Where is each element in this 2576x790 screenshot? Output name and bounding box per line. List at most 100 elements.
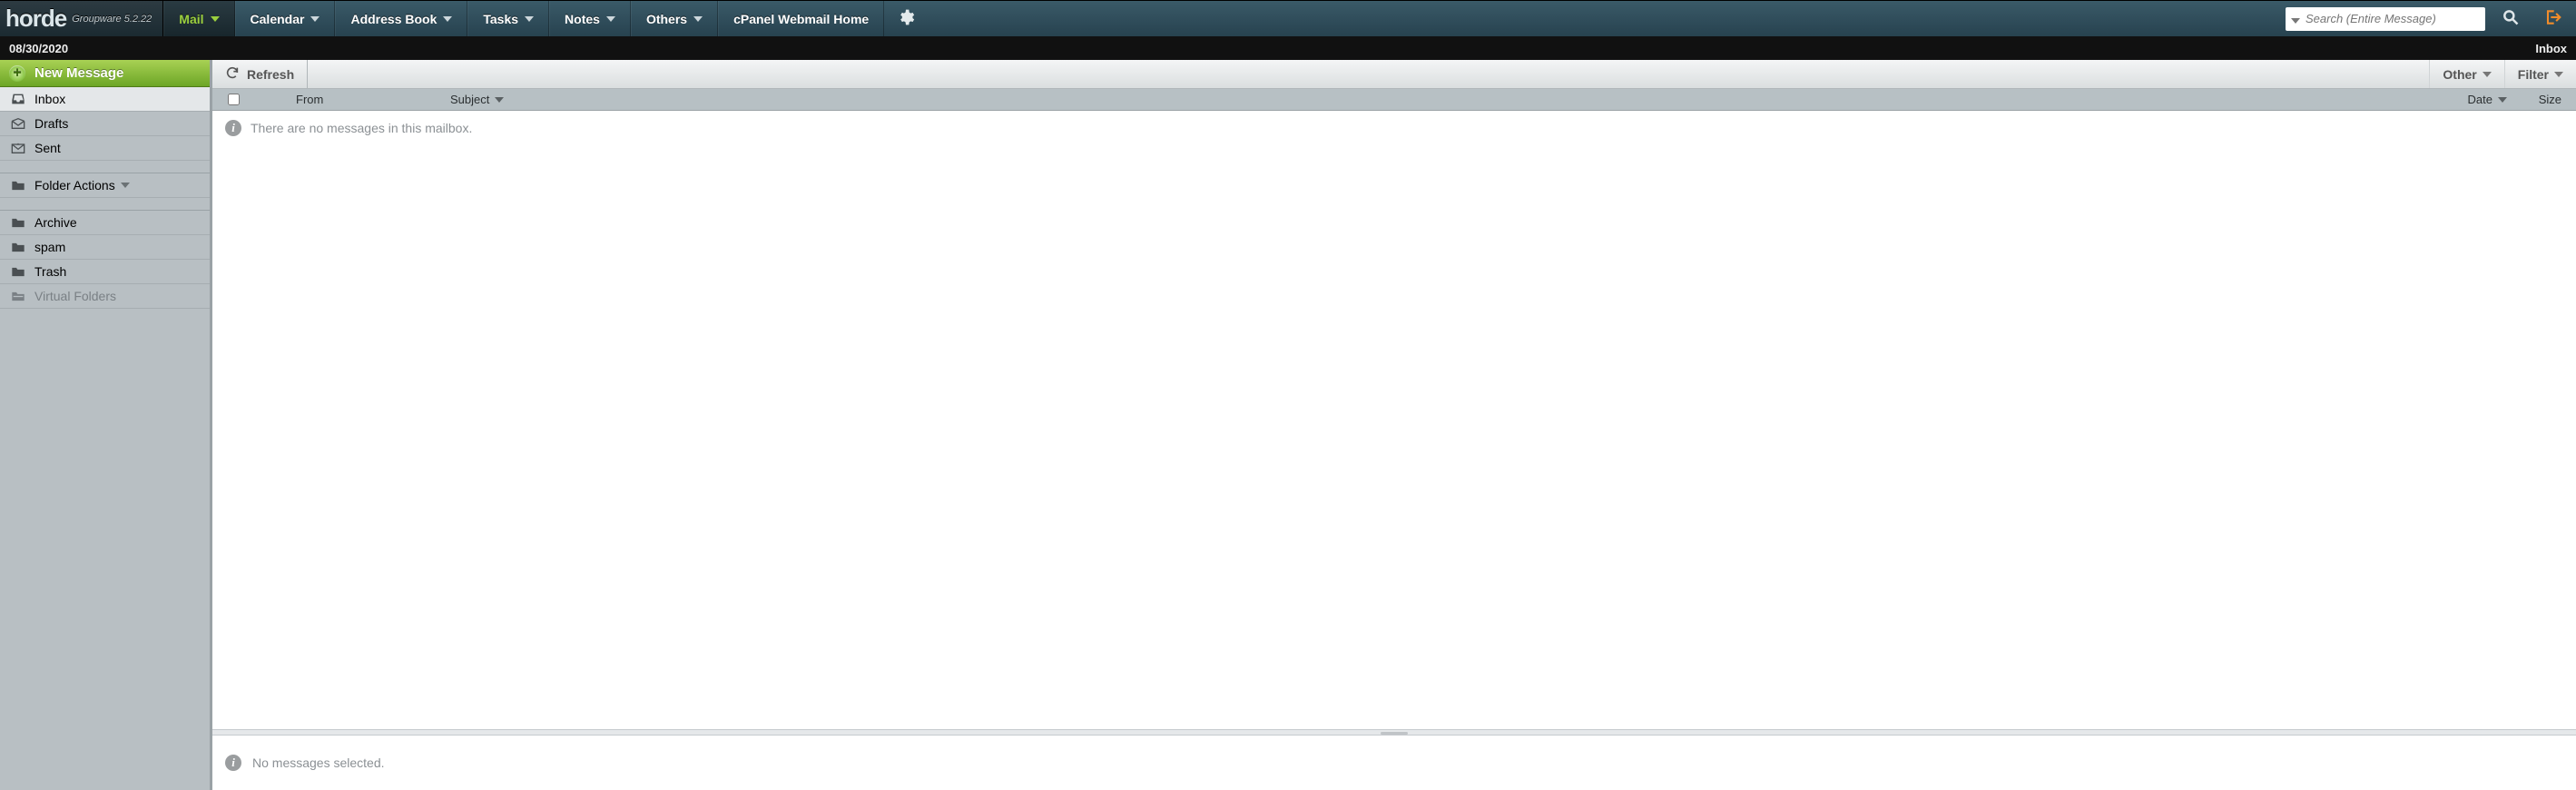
sidebar-item-virtual-folders[interactable]: Virtual Folders [0, 284, 210, 309]
sidebar-item-label: Sent [34, 141, 61, 155]
sidebar-item-sent[interactable]: Sent [0, 136, 210, 161]
content-pane: Refresh Other Filter From [212, 60, 2576, 790]
chevron-down-icon [2483, 72, 2492, 77]
virtual-folder-icon [9, 291, 27, 302]
nav-cpanel-home[interactable]: cPanel Webmail Home [718, 1, 884, 36]
pane-splitter[interactable] [212, 729, 2576, 736]
chevron-down-icon [606, 16, 615, 22]
column-date[interactable]: Date [2440, 93, 2512, 106]
select-all-checkbox[interactable] [212, 94, 254, 105]
search-button[interactable] [2494, 8, 2527, 29]
nav-tasks[interactable]: Tasks [467, 1, 549, 36]
top-navbar: horde Groupware 5.2.22 Mail Calendar Add… [0, 0, 2576, 36]
sidebar-item-label: Archive [34, 215, 77, 230]
preview-empty-text: No messages selected. [252, 755, 385, 770]
sidebar-item-inbox[interactable]: Inbox [0, 87, 210, 112]
sent-icon [9, 142, 27, 154]
topbar-right [2286, 1, 2576, 36]
folder-icon [9, 180, 27, 192]
preview-pane: i No messages selected. [212, 736, 2576, 790]
main-area: + New Message Inbox Drafts Sent [0, 60, 2576, 790]
nav-notes-label: Notes [565, 12, 600, 26]
chevron-down-icon [2498, 97, 2507, 103]
filter-label: Filter [2518, 67, 2549, 82]
column-size[interactable]: Size [2512, 93, 2576, 106]
message-toolbar: Refresh Other Filter [212, 60, 2576, 89]
sidebar-item-trash[interactable]: Trash [0, 260, 210, 284]
column-from-label: From [296, 93, 323, 106]
current-mailbox: Inbox [2535, 42, 2567, 55]
nav-mail-label: Mail [179, 12, 203, 26]
chevron-down-icon [211, 16, 220, 22]
search-icon [2502, 8, 2520, 29]
current-date: 08/30/2020 [9, 42, 68, 55]
search-input[interactable] [2306, 12, 2480, 25]
brand-tagline: Groupware 5.2.22 [72, 14, 152, 25]
logout-button[interactable] [2536, 8, 2569, 29]
search-box[interactable] [2286, 7, 2485, 31]
folder-icon [9, 217, 27, 229]
folder-actions-label: Folder Actions [34, 178, 115, 193]
column-from[interactable]: From [290, 93, 445, 106]
nav-cpanel-home-label: cPanel Webmail Home [733, 12, 869, 26]
new-message-button[interactable]: + New Message [0, 60, 210, 87]
sidebar-separator [0, 198, 210, 211]
chevron-down-icon [525, 16, 534, 22]
nav-calendar[interactable]: Calendar [235, 1, 336, 36]
info-icon: i [225, 120, 241, 136]
column-subject-label: Subject [450, 93, 489, 106]
sidebar-separator [0, 161, 210, 173]
settings-button[interactable] [884, 1, 928, 36]
sidebar-item-label: Virtual Folders [34, 289, 116, 303]
nav-calendar-label: Calendar [251, 12, 305, 26]
chevron-down-icon [310, 16, 320, 22]
folder-icon [9, 242, 27, 253]
filter-dropdown[interactable]: Filter [2504, 60, 2576, 88]
refresh-button[interactable]: Refresh [212, 60, 308, 88]
breadcrumb-bar: 08/30/2020 Inbox [0, 36, 2576, 60]
sidebar-item-spam[interactable]: spam [0, 235, 210, 260]
brand: horde Groupware 5.2.22 [0, 1, 163, 36]
chevron-down-icon [443, 16, 452, 22]
column-subject[interactable]: Subject [445, 93, 2440, 106]
other-label: Other [2443, 67, 2476, 82]
drafts-icon [9, 117, 27, 130]
chevron-down-icon [495, 97, 504, 103]
inbox-icon [9, 93, 27, 105]
chevron-down-icon [2554, 72, 2563, 77]
nav-others-label: Others [646, 12, 687, 26]
plus-icon: + [9, 65, 25, 82]
refresh-icon [225, 65, 240, 83]
empty-mailbox-text: There are no messages in this mailbox. [251, 121, 472, 135]
info-icon: i [225, 755, 241, 771]
empty-mailbox-notice: i There are no messages in this mailbox. [225, 120, 2563, 136]
nav-others[interactable]: Others [631, 1, 718, 36]
sidebar-item-drafts[interactable]: Drafts [0, 112, 210, 136]
sidebar-item-label: spam [34, 240, 65, 254]
message-list[interactable]: i There are no messages in this mailbox. [212, 111, 2576, 729]
column-headers: From Subject Date Size [212, 89, 2576, 111]
chevron-down-icon [121, 183, 130, 188]
nav-address-book[interactable]: Address Book [335, 1, 467, 36]
other-dropdown[interactable]: Other [2429, 60, 2503, 88]
sidebar-item-label: Drafts [34, 116, 68, 131]
column-date-label: Date [2468, 93, 2492, 106]
nav-tasks-label: Tasks [483, 12, 518, 26]
folder-actions-dropdown[interactable]: Folder Actions [0, 173, 210, 198]
nav-address-book-label: Address Book [350, 12, 437, 26]
nav-mail[interactable]: Mail [163, 1, 234, 36]
gear-icon [897, 8, 915, 29]
sidebar-item-label: Inbox [34, 92, 65, 106]
refresh-label: Refresh [247, 67, 294, 82]
chevron-down-icon [693, 16, 703, 22]
sidebar-item-label: Trash [34, 264, 66, 279]
logout-icon [2543, 8, 2561, 29]
folder-icon [9, 266, 27, 278]
nav-notes[interactable]: Notes [549, 1, 631, 36]
column-size-label: Size [2539, 93, 2561, 106]
brand-logo: horde [5, 5, 66, 33]
sidebar-item-archive[interactable]: Archive [0, 211, 210, 235]
chevron-down-icon[interactable] [2291, 12, 2300, 26]
new-message-label: New Message [34, 65, 123, 81]
sidebar: + New Message Inbox Drafts Sent [0, 60, 212, 790]
